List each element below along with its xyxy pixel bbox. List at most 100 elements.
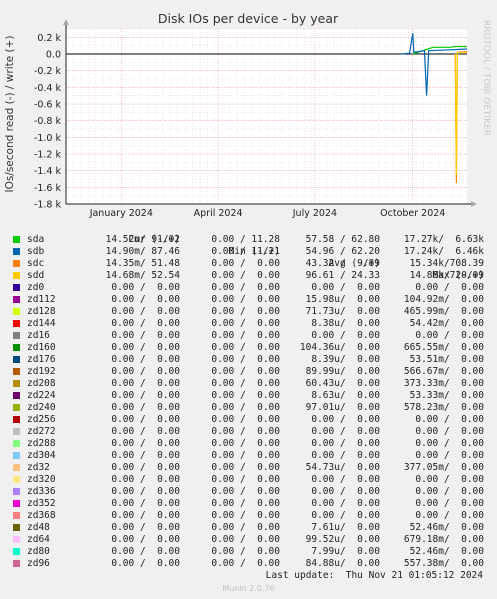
legend-row: zd224 0.00 / 0.00 0.00 / 0.00 8.63u/ 0.00 53… bbox=[0, 390, 497, 402]
legend-swatch bbox=[13, 260, 20, 267]
footer: Last update: Thu Nov 21 01:05:12 2024 bbox=[0, 570, 497, 582]
legend-swatch bbox=[13, 296, 20, 303]
legend-avg: 0.00 / 0.00 bbox=[311, 450, 380, 461]
legend-min: 0.00 / 0.00 bbox=[211, 462, 280, 473]
legend-swatch bbox=[13, 320, 20, 327]
legend-min: 0.00 / 0.00 bbox=[211, 282, 280, 293]
legend-name: zd208 bbox=[27, 378, 56, 389]
legend-swatch bbox=[13, 404, 20, 411]
legend-swatch bbox=[13, 380, 20, 387]
legend-min: 0.00 / 0.00 bbox=[211, 474, 280, 485]
legend-min: 0.00 / 11.21 bbox=[211, 246, 280, 257]
legend-max: 377.05m/ 0.00 bbox=[403, 462, 484, 473]
legend-swatch bbox=[13, 536, 20, 543]
legend-max: 465.99m/ 0.00 bbox=[403, 306, 484, 317]
legend-row: sda 14.52m/ 91.02 0.00 / 11.28 57.58 / 62.8… bbox=[0, 234, 497, 246]
legend-min: 0.00 / 0.00 bbox=[211, 342, 280, 353]
legend-min: 0.00 / 0.00 bbox=[211, 378, 280, 389]
legend-swatch bbox=[13, 332, 20, 339]
legend-swatch bbox=[13, 512, 20, 519]
legend-row: zd272 0.00 / 0.00 0.00 / 0.00 0.00 / 0.00 0.… bbox=[0, 426, 497, 438]
y-axis-label: IOs/second read (-) / write (+) bbox=[4, 35, 16, 192]
plot-area bbox=[66, 29, 467, 204]
legend-name: zd160 bbox=[27, 342, 56, 353]
legend-avg: 8.38u/ 0.00 bbox=[311, 318, 380, 329]
legend-max: 104.92m/ 0.00 bbox=[403, 294, 484, 305]
legend-avg: 0.00 / 0.00 bbox=[311, 486, 380, 497]
legend-cur: 0.00 / 0.00 bbox=[111, 462, 180, 473]
legend-row: zd352 0.00 / 0.00 0.00 / 0.00 0.00 / 0.00 0.… bbox=[0, 498, 497, 510]
legend-name: zd240 bbox=[27, 402, 56, 413]
legend-max: 54.42m/ 0.00 bbox=[409, 318, 484, 329]
legend-cur: 0.00 / 0.00 bbox=[111, 330, 180, 341]
x-tick-label: January 2024 bbox=[89, 208, 153, 219]
legend-cur: 0.00 / 0.00 bbox=[111, 510, 180, 521]
legend-min: 0.00 / 0.00 bbox=[211, 330, 280, 341]
legend-min: 0.00 / 0.00 bbox=[211, 438, 280, 449]
legend-cur: 0.00 / 0.00 bbox=[111, 558, 180, 569]
legend-min: 0.00 / 0.00 bbox=[211, 558, 280, 569]
legend-avg: 0.00 / 0.00 bbox=[311, 414, 380, 425]
legend-name: zd32 bbox=[27, 462, 50, 473]
legend-avg: 89.99u/ 0.00 bbox=[305, 366, 380, 377]
legend-max: 17.27k/ 6.63k bbox=[403, 234, 484, 245]
legend-cur: 0.00 / 0.00 bbox=[111, 546, 180, 557]
legend-avg: 54.73u/ 0.00 bbox=[305, 462, 380, 473]
legend-max: 0.00 / 0.00 bbox=[415, 414, 484, 425]
legend-row: zd112 0.00 / 0.00 0.00 / 0.00 15.98u/ 0.00 1… bbox=[0, 294, 497, 306]
last-update: Last update: Thu Nov 21 01:05:12 2024 bbox=[265, 570, 483, 581]
legend-name: zd224 bbox=[27, 390, 56, 401]
legend-min: 0.00 / 0.00 bbox=[211, 522, 280, 533]
legend-name: zd336 bbox=[27, 486, 56, 497]
legend-max: 578.23m/ 0.00 bbox=[403, 402, 484, 413]
legend-max: 0.00 / 0.00 bbox=[415, 282, 484, 293]
legend-avg: 54.96 / 62.20 bbox=[305, 246, 380, 257]
legend-name: zd16 bbox=[27, 330, 50, 341]
legend-swatch bbox=[13, 356, 20, 363]
legend-max: 0.00 / 0.00 bbox=[415, 426, 484, 437]
legend-swatch bbox=[13, 428, 20, 435]
legend-max: 566.67m/ 0.00 bbox=[403, 366, 484, 377]
legend-row: zd256 0.00 / 0.00 0.00 / 0.00 0.00 / 0.00 0.… bbox=[0, 414, 497, 426]
legend-name: zd368 bbox=[27, 510, 56, 521]
legend-max: 665.55m/ 0.00 bbox=[403, 342, 484, 353]
legend-cur: 0.00 / 0.00 bbox=[111, 294, 180, 305]
x-tick-label: April 2024 bbox=[194, 208, 243, 219]
legend-table: Cur (-/+) Min (-/+) Avg (-/+) Max (-/+) … bbox=[0, 222, 497, 570]
legend-avg: 84.88u/ 0.00 bbox=[305, 558, 380, 569]
legend-max: 15.34k/708.39 bbox=[409, 258, 484, 269]
legend-row: zd96 0.00 / 0.00 0.00 / 0.00 84.88u/ 0.00 55… bbox=[0, 558, 497, 570]
legend-row: zd128 0.00 / 0.00 0.00 / 0.00 71.73u/ 0.00 4… bbox=[0, 306, 497, 318]
legend-avg: 71.73u/ 0.00 bbox=[305, 306, 380, 317]
legend-name: zd80 bbox=[27, 546, 50, 557]
legend-cur: 0.00 / 0.00 bbox=[111, 534, 180, 545]
legend-swatch bbox=[13, 368, 20, 375]
legend-row: zd144 0.00 / 0.00 0.00 / 0.00 8.38u/ 0.00 54… bbox=[0, 318, 497, 330]
legend-cur: 0.00 / 0.00 bbox=[111, 426, 180, 437]
legend-cur: 0.00 / 0.00 bbox=[111, 450, 180, 461]
legend-min: 0.00 / 0.00 bbox=[211, 270, 280, 281]
legend-cur: 14.35m/ 51.48 bbox=[105, 258, 180, 269]
x-tick-label: July 2024 bbox=[292, 208, 337, 219]
legend-avg: 0.00 / 0.00 bbox=[311, 474, 380, 485]
y-tick-label: 0.2 k bbox=[37, 33, 61, 44]
legend-swatch bbox=[13, 452, 20, 459]
legend-name: zd128 bbox=[27, 306, 56, 317]
legend-avg: 57.58 / 62.80 bbox=[305, 234, 380, 245]
legend-name: zd144 bbox=[27, 318, 56, 329]
legend-name: zd112 bbox=[27, 294, 56, 305]
legend-cur: 0.00 / 0.00 bbox=[111, 414, 180, 425]
legend-name: sda bbox=[27, 234, 45, 245]
legend-row: zd192 0.00 / 0.00 0.00 / 0.00 89.99u/ 0.00 5… bbox=[0, 366, 497, 378]
legend-row: zd80 0.00 / 0.00 0.00 / 0.00 7.99u/ 0.00 52.… bbox=[0, 546, 497, 558]
legend-max: 52.46m/ 0.00 bbox=[409, 546, 484, 557]
rrdtool-watermark: RRDTOOL / TOBI OETIKER bbox=[481, 20, 491, 136]
legend-cur: 0.00 / 0.00 bbox=[111, 522, 180, 533]
legend-max: 17.24k/ 6.46k bbox=[403, 246, 484, 257]
legend-max: 373.33m/ 0.00 bbox=[403, 378, 484, 389]
legend-row: zd0 0.00 / 0.00 0.00 / 0.00 0.00 / 0.00 0.00… bbox=[0, 282, 497, 294]
legend-min: 0.00 / 0.00 bbox=[211, 546, 280, 557]
legend-row: sdd 14.68m/ 52.54 0.00 / 0.00 96.61 / 24.33… bbox=[0, 270, 497, 282]
y-tick-label: -1.0 k bbox=[34, 133, 62, 144]
y-tick-label: -1.2 k bbox=[34, 150, 62, 161]
